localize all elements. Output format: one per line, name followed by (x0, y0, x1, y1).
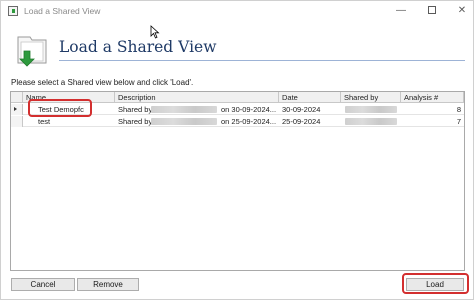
app-icon (8, 6, 18, 16)
remove-button[interactable]: Remove (77, 278, 139, 291)
date-cell: 25-09-2024 (282, 117, 321, 126)
window-title: Load a Shared View (24, 6, 101, 16)
description-suffix: on 25-09-2024... (221, 117, 277, 126)
row-selector[interactable] (11, 104, 23, 115)
table-row[interactable]: test Shared by on 25-09-2024... 25-09-20… (11, 116, 464, 127)
cancel-button[interactable]: Cancel (11, 278, 75, 291)
redacted-user (151, 106, 217, 113)
column-header-shared-by[interactable]: Shared by (341, 92, 401, 103)
description-prefix: Shared by (118, 117, 151, 126)
mouse-cursor-icon (150, 25, 160, 39)
description-suffix: on 30-09-2024... (221, 105, 277, 114)
redacted-user (151, 118, 217, 125)
title-bar: Load a Shared View — ✕ (1, 1, 473, 21)
maximize-button[interactable] (417, 1, 447, 21)
header-divider (59, 60, 465, 61)
column-header-date[interactable]: Date (279, 92, 341, 103)
analysis-cell: 8 (456, 105, 461, 114)
shared-views-grid[interactable]: Name Description Date Shared by Analysis… (10, 91, 465, 271)
load-shared-view-dialog: Load a Shared View — ✕ Load a Shared Vie… (0, 0, 474, 300)
close-button[interactable]: ✕ (447, 1, 474, 21)
highlight-annotation-name (28, 99, 92, 117)
redacted-shared-by (345, 106, 397, 113)
row-selector[interactable] (11, 116, 23, 127)
highlight-annotation-load (402, 273, 469, 294)
maximize-icon (428, 6, 436, 15)
redacted-shared-by (345, 118, 397, 125)
row-header-corner (11, 92, 23, 103)
column-header-analysis[interactable]: Analysis # (401, 92, 464, 103)
instruction-text: Please select a Shared view below and cl… (11, 78, 194, 87)
name-cell[interactable]: test (35, 116, 115, 127)
analysis-cell: 7 (456, 117, 461, 126)
description-prefix: Shared by (118, 105, 151, 114)
current-row-arrow-icon (14, 107, 17, 111)
folder-download-icon (17, 36, 47, 67)
minimize-button[interactable]: — (386, 1, 416, 21)
page-title: Load a Shared View (59, 38, 217, 56)
column-header-description[interactable]: Description (115, 92, 279, 103)
date-cell: 30-09-2024 (282, 105, 321, 114)
